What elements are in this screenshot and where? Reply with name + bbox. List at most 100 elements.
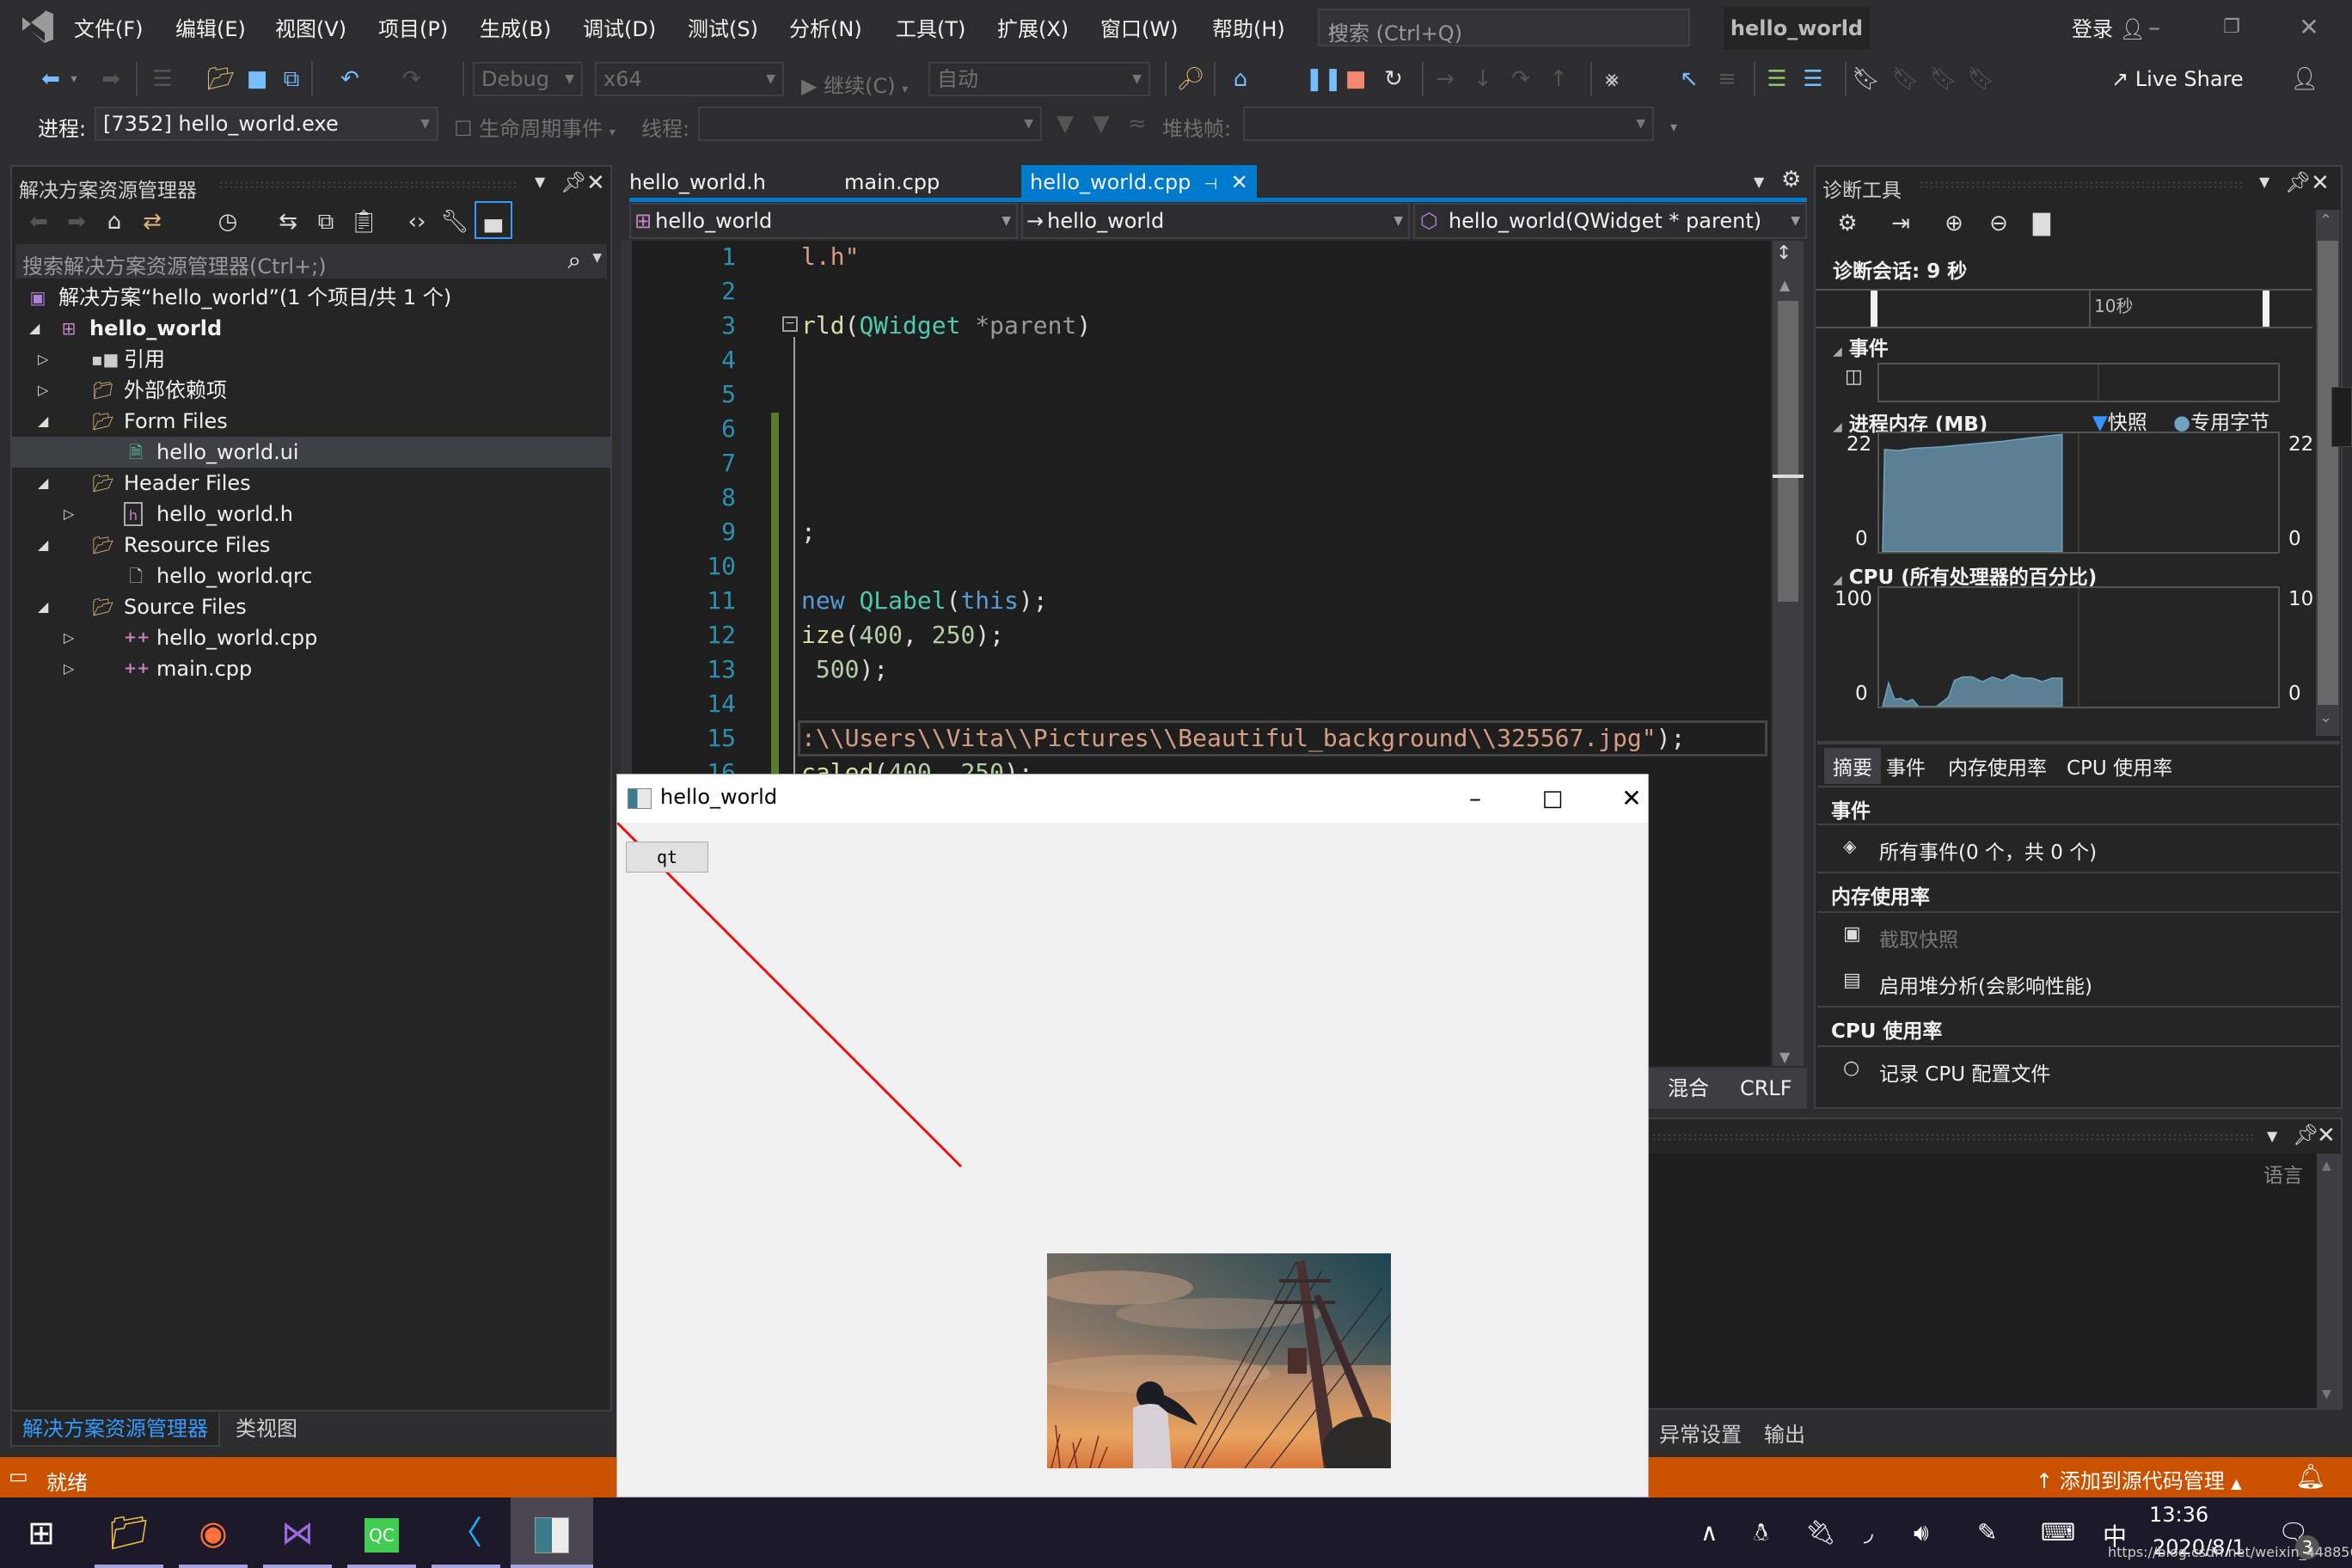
tab-events[interactable]: 事件: [1886, 751, 1926, 781]
redo-icon[interactable]: ↷: [397, 62, 426, 96]
menu-item[interactable]: 文件(F): [74, 12, 144, 42]
scrollbar-thumb[interactable]: [2318, 241, 2338, 705]
start-button[interactable]: ⊞: [7, 1498, 76, 1568]
clear-bookmarks-icon[interactable]: 🔖︎: [1967, 62, 1996, 96]
undo-icon[interactable]: ↶: [335, 62, 364, 96]
pin-tab-icon[interactable]: ⊣: [1204, 175, 1218, 193]
qq-tray-icon[interactable]: 🐧︎: [1754, 1518, 1768, 1550]
drag-grip[interactable]: [1651, 1133, 2253, 1142]
qt-minimize-button[interactable]: –: [1449, 781, 1501, 816]
tree-item[interactable]: ◢ 📂︎ Source Files: [12, 591, 610, 622]
open-file-icon[interactable]: 📂︎: [206, 62, 236, 96]
record-cpu-button[interactable]: 记录 CPU 配置文件: [1879, 1057, 2050, 1087]
scope-nav-combo[interactable]: → hello_world ▼: [1021, 203, 1410, 239]
show-next-statement-icon[interactable]: →: [1430, 62, 1460, 96]
tree-item[interactable]: ◢ 📂︎ Header Files: [12, 468, 610, 499]
pin-icon[interactable]: 📌︎: [560, 170, 586, 194]
lifecycle-events-button[interactable]: ☐ 生命周期事件 ▾: [454, 112, 616, 142]
zoom-in-icon[interactable]: ⊕: [1939, 206, 1969, 241]
tab-hello-world-h[interactable]: hello_world.h: [621, 165, 775, 199]
diagnostics-scrollbar[interactable]: ⌃ ⌄: [2316, 210, 2340, 736]
menu-item[interactable]: 分析(N): [789, 12, 862, 42]
select-element-icon[interactable]: ↖: [1675, 62, 1704, 96]
view-code-icon[interactable]: ‹›: [402, 205, 432, 239]
next-bookmark-icon[interactable]: 🔖︎: [1929, 62, 1958, 96]
code-line[interactable]: 500);: [801, 655, 888, 683]
pin-icon[interactable]: 📌︎: [2293, 1123, 2318, 1147]
window-menu-icon[interactable]: ▼: [2267, 1128, 2277, 1144]
taskbar-vscode[interactable]: 〈: [432, 1498, 500, 1568]
feedback-icon[interactable]: 👤︎: [2290, 62, 2319, 96]
notifications-bell-icon[interactable]: 🔔︎: [2295, 1462, 2326, 1491]
clock-time[interactable]: 13:36: [2149, 1503, 2208, 1527]
scroll-up-icon[interactable]: ▲: [2322, 1159, 2331, 1173]
memory-chart[interactable]: [1877, 432, 2280, 554]
all-events-link[interactable]: 所有事件(0 个，共 0 个): [1879, 836, 2097, 865]
stackframe-combo[interactable]: ▼: [1243, 107, 1654, 141]
menu-item[interactable]: 测试(S): [688, 12, 758, 42]
save-all-icon[interactable]: ⧉: [277, 62, 306, 96]
debug-target-combo[interactable]: 自动 ▼: [928, 62, 1150, 96]
settings-gear-icon[interactable]: ⚙: [1781, 167, 1801, 193]
tab-list-dropdown-icon[interactable]: ▼: [1754, 174, 1764, 190]
tree-item[interactable]: ▷ h hello_world.h: [12, 499, 610, 530]
window-menu-icon[interactable]: ▼: [535, 174, 545, 190]
menu-item[interactable]: 调试(D): [583, 12, 656, 42]
restore-button[interactable]: ❐: [2206, 9, 2257, 46]
navigate-back-icon[interactable]: ⬅︎: [36, 62, 65, 96]
search-options-icon[interactable]: ▼: [592, 251, 602, 265]
continue-button[interactable]: ▶ 继续(C) ▾: [801, 69, 908, 99]
member-nav-combo[interactable]: ⬡ hello_world(QWidget * parent) ▼: [1413, 203, 1807, 239]
close-icon[interactable]: ✕: [2317, 1123, 2336, 1148]
pause-icon[interactable]: ❚❚: [1305, 62, 1343, 96]
expanded-triangle-icon[interactable]: ◢: [38, 468, 48, 499]
toolbar-overflow-icon[interactable]: ▾: [1659, 110, 1688, 144]
quick-search-input[interactable]: 搜索 (Ctrl+Q) ⌕: [1318, 9, 1690, 46]
tab-summary[interactable]: 摘要: [1824, 748, 1881, 784]
solution-config-combo[interactable]: Debug ▼: [473, 62, 583, 96]
menu-item[interactable]: 编辑(E): [175, 12, 246, 42]
battery-icon[interactable]: 🔌︎: [1805, 1518, 1836, 1547]
zoom-out-icon[interactable]: ⊖: [1984, 206, 2013, 241]
tree-item[interactable]: ▷ ++ main.cpp: [12, 653, 610, 684]
pin-icon[interactable]: 📌︎: [2285, 170, 2311, 194]
toggle-external-icon[interactable]: ≈: [1123, 107, 1152, 141]
qt-titlebar[interactable]: hello_world – □ ✕: [617, 775, 1648, 823]
tree-item[interactable]: ▣ 解决方案“hello_world”(1 个项目/共 1 个): [12, 282, 610, 313]
tree-item[interactable]: 🗎︎ hello_world.ui: [12, 437, 610, 468]
menu-item[interactable]: 窗口(W): [1100, 12, 1178, 42]
save-icon[interactable]: ■: [242, 62, 272, 96]
comment-lines-icon[interactable]: ☰: [1762, 62, 1792, 96]
pending-changes-filter-icon[interactable]: ◷: [213, 205, 242, 239]
tree-item[interactable]: ▷ ▪■ 引用: [12, 344, 610, 375]
tree-item[interactable]: 🗋︎ hello_world.qrc: [12, 560, 610, 591]
cpu-section[interactable]: ◢ CPU (所有处理器的百分比): [1833, 560, 2097, 590]
project-nav-combo[interactable]: ⊞ hello_world ▼: [629, 203, 1018, 239]
export-icon[interactable]: ⇥: [1886, 206, 1915, 241]
uncomment-lines-icon[interactable]: ☰: [1798, 62, 1828, 96]
tree-item[interactable]: ▷ ++ hello_world.cpp: [12, 622, 610, 653]
heap-profiling-button[interactable]: 启用堆分析(会影响性能): [1879, 970, 2092, 999]
taskbar-qt-creator[interactable]: QC: [347, 1498, 416, 1568]
split-window-icon[interactable]: ↕: [1776, 242, 1792, 264]
taskbar-visual-studio[interactable]: ⋈: [263, 1498, 332, 1568]
all-events-row[interactable]: ◈ 所有事件(0 个，共 0 个): [1817, 824, 2340, 872]
navigate-forward-icon[interactable]: ➡︎: [96, 62, 126, 96]
stop-icon[interactable]: ■: [1341, 62, 1370, 96]
close-button[interactable]: ✕: [2283, 9, 2335, 46]
touch-keyboard-icon[interactable]: ⌨: [2041, 1518, 2075, 1547]
taskbar-firefox[interactable]: ◉: [179, 1498, 248, 1568]
tab-memory-usage[interactable]: 内存使用率: [1948, 751, 2047, 781]
drag-grip[interactable]: [218, 181, 519, 189]
expanded-triangle-icon[interactable]: ◢: [38, 530, 48, 560]
collapsed-triangle-icon[interactable]: ▷: [38, 344, 48, 375]
scroll-up-icon[interactable]: ⌃: [2319, 211, 2332, 230]
step-out-icon[interactable]: ↑: [1544, 62, 1573, 96]
expanded-triangle-icon[interactable]: ◢: [29, 313, 40, 344]
settings-gear-icon[interactable]: ⚙: [1833, 206, 1862, 241]
menu-item[interactable]: 工具(T): [896, 12, 965, 42]
collapse-region-icon[interactable]: −: [782, 316, 798, 332]
switch-views-icon[interactable]: ⇄: [138, 205, 167, 239]
filter-icon[interactable]: ▼: [1050, 107, 1080, 141]
forward-icon[interactable]: ➡︎: [62, 205, 91, 239]
